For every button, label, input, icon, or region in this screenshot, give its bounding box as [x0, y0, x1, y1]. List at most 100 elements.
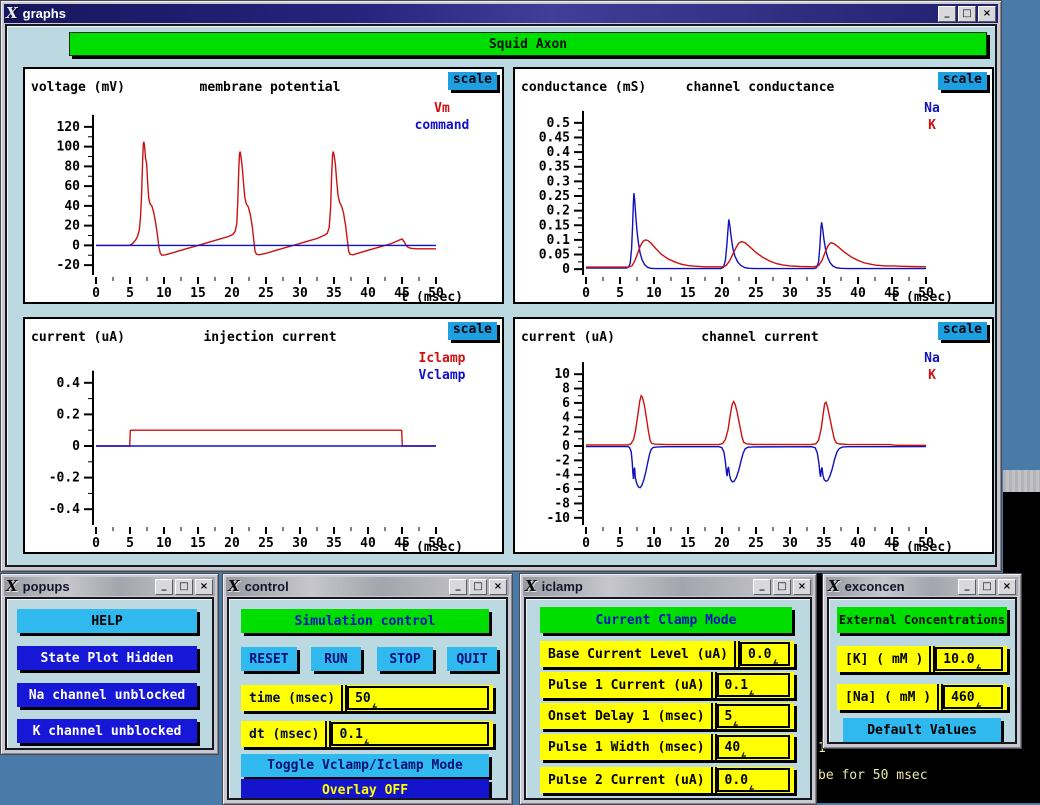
- svg-text:10: 10: [156, 536, 172, 551]
- k-channel-button[interactable]: K channel unblocked: [17, 719, 197, 743]
- svg-text:4: 4: [562, 410, 570, 425]
- dt-field-row: dt (msec) 0.1: [241, 721, 493, 747]
- svg-text:0: 0: [582, 286, 590, 301]
- svg-text:0.25: 0.25: [539, 189, 570, 204]
- panel-header: Current Clamp Mode: [540, 607, 792, 633]
- scale-button[interactable]: scale: [448, 72, 497, 90]
- field-value: 0.1: [339, 727, 362, 742]
- svg-text:20: 20: [714, 286, 730, 301]
- field-value: 460: [951, 690, 974, 705]
- maximize-button[interactable]: □: [469, 579, 487, 595]
- svg-text:35: 35: [816, 286, 832, 301]
- svg-text:40: 40: [360, 536, 376, 551]
- svg-text:8: 8: [562, 382, 570, 397]
- svg-text:0.2: 0.2: [547, 204, 570, 219]
- close-button[interactable]: ×: [195, 579, 213, 595]
- svg-text:60: 60: [64, 179, 80, 194]
- base-current-field[interactable]: 0.0: [740, 642, 790, 666]
- svg-text:2: 2: [562, 425, 570, 440]
- reset-button[interactable]: RESET: [241, 647, 297, 671]
- svg-text:5: 5: [616, 536, 624, 551]
- svg-text:35: 35: [326, 536, 342, 551]
- field-value: 0.0: [748, 647, 771, 662]
- window-title: exconcen: [845, 579, 958, 594]
- titlebar[interactable]: X control _ □ ×: [226, 577, 509, 596]
- svg-text:25: 25: [748, 286, 764, 301]
- terminal-titlebar-fragment[interactable]: [1003, 470, 1040, 492]
- titlebar[interactable]: X graphs _ □ ×: [4, 4, 998, 23]
- svg-text:30: 30: [292, 536, 308, 551]
- maximize-button[interactable]: □: [773, 579, 791, 595]
- svg-text:10: 10: [646, 536, 662, 551]
- close-button[interactable]: ×: [978, 6, 996, 22]
- titlebar[interactable]: X exconcen _ □ ×: [826, 577, 1018, 596]
- titlebar[interactable]: X popups _ □ ×: [4, 577, 215, 596]
- y-axis-unit-label: current (uA): [521, 330, 615, 345]
- y-axis-unit-label: voltage (mV): [31, 80, 125, 95]
- minimize-button[interactable]: _: [449, 579, 467, 595]
- field-label: Pulse 2 Current (uA): [540, 773, 711, 788]
- model-title-banner: Squid Axon: [69, 32, 987, 56]
- run-button[interactable]: RUN: [311, 647, 361, 671]
- scale-button[interactable]: scale: [938, 322, 987, 340]
- svg-text:30: 30: [782, 536, 798, 551]
- plot-legend: Na K: [884, 350, 980, 384]
- help-button[interactable]: HELP: [17, 609, 197, 633]
- close-button[interactable]: ×: [793, 579, 811, 595]
- onset-delay-field[interactable]: 5: [717, 704, 790, 728]
- exconcen-window-body: External Concentrations [K] ( mM ) 10.0 …: [827, 597, 1017, 744]
- svg-text:0.2: 0.2: [57, 407, 80, 422]
- scale-button[interactable]: scale: [448, 322, 497, 340]
- svg-text:5: 5: [126, 536, 134, 551]
- svg-text:5: 5: [616, 286, 624, 301]
- default-values-button[interactable]: Default Values: [843, 718, 1001, 742]
- svg-text:35: 35: [326, 286, 342, 301]
- svg-text:30: 30: [292, 286, 308, 301]
- svg-text:25: 25: [258, 536, 274, 551]
- svg-text:40: 40: [850, 286, 866, 301]
- svg-text:0: 0: [562, 262, 570, 277]
- close-button[interactable]: ×: [998, 579, 1016, 595]
- field-value: 50: [355, 691, 371, 706]
- minimize-icon: _: [945, 8, 950, 18]
- overlay-button[interactable]: Overlay OFF: [241, 779, 489, 800]
- pulse1-width-field[interactable]: 40: [717, 735, 790, 759]
- maximize-button[interactable]: □: [958, 6, 976, 22]
- minimize-button[interactable]: _: [155, 579, 173, 595]
- toggle-clamp-mode-button[interactable]: Toggle Vclamp/Iclamp Mode: [241, 754, 489, 777]
- state-plot-button[interactable]: State Plot Hidden: [17, 646, 197, 670]
- time-field[interactable]: 50: [347, 686, 489, 710]
- stop-button[interactable]: STOP: [377, 647, 433, 671]
- legend-entry: Iclamp: [394, 350, 490, 367]
- legend-entry: Vm: [394, 100, 490, 117]
- legend-entry: command: [394, 117, 490, 134]
- k-concentration-field[interactable]: 10.0: [935, 647, 1003, 671]
- svg-text:-10: -10: [547, 511, 571, 526]
- maximize-button[interactable]: □: [175, 579, 193, 595]
- svg-text:10: 10: [156, 286, 172, 301]
- minimize-button[interactable]: _: [938, 6, 956, 22]
- minimize-button[interactable]: _: [753, 579, 771, 595]
- na-channel-button[interactable]: Na channel unblocked: [17, 683, 197, 707]
- scale-button[interactable]: scale: [938, 72, 987, 90]
- svg-text:t (msec): t (msec): [400, 540, 463, 555]
- na-concentration-field[interactable]: 460: [943, 685, 1003, 709]
- window-title: graphs: [23, 6, 938, 21]
- svg-text:6: 6: [562, 396, 570, 411]
- close-button[interactable]: ×: [489, 579, 507, 595]
- field-label: Base Current Level (uA): [540, 647, 734, 662]
- maximize-button[interactable]: □: [978, 579, 996, 595]
- close-icon: ×: [494, 582, 502, 592]
- legend-entry: Na: [884, 350, 980, 367]
- dt-field[interactable]: 0.1: [331, 722, 489, 746]
- titlebar[interactable]: X iclamp _ □ ×: [523, 577, 813, 596]
- pulse2-current-field-row: Pulse 2 Current (uA) 0.0: [540, 767, 794, 793]
- panel-header: External Concentrations: [837, 607, 1007, 633]
- svg-text:t (msec): t (msec): [890, 290, 953, 305]
- quit-button[interactable]: QUIT: [447, 647, 497, 671]
- pulse1-current-field[interactable]: 0.1: [717, 673, 790, 697]
- svg-text:10: 10: [646, 286, 662, 301]
- minimize-button[interactable]: _: [958, 579, 976, 595]
- pulse2-current-field[interactable]: 0.0: [717, 768, 790, 792]
- svg-text:-20: -20: [57, 258, 81, 273]
